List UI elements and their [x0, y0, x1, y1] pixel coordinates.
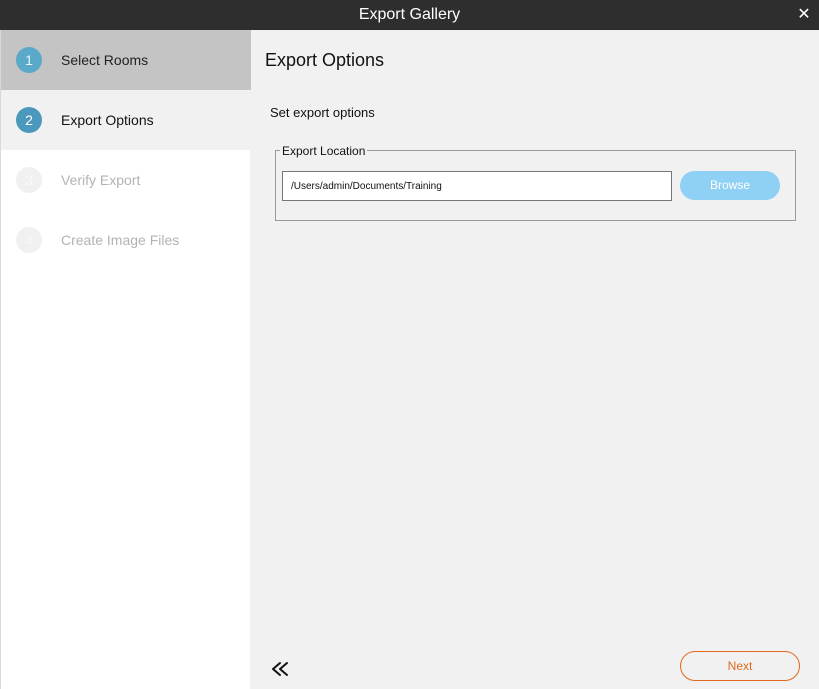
export-location-legend: Export Location	[280, 144, 368, 158]
step-label: Export Options	[61, 112, 154, 128]
page-subtitle: Set export options	[270, 105, 375, 120]
step-number-badge: 4	[16, 227, 42, 253]
window-title: Export Gallery	[358, 6, 461, 23]
step-select-rooms[interactable]: 1 Select Rooms	[1, 30, 251, 90]
export-gallery-window: Export Gallery ✕ 1 Select Rooms 2 Export…	[0, 0, 819, 689]
step-create-image-files: 4 Create Image Files	[1, 210, 251, 270]
page-title: Export Options	[265, 50, 385, 70]
step-number-badge: 1	[16, 47, 42, 73]
step-number-badge: 3	[16, 167, 42, 193]
export-path-input[interactable]	[282, 171, 672, 201]
title-bar: Export Gallery ✕	[0, 0, 819, 30]
next-button[interactable]: Next	[680, 651, 800, 681]
step-label: Verify Export	[61, 172, 141, 188]
browse-button[interactable]: Browse	[680, 171, 780, 200]
step-export-options[interactable]: 2 Export Options	[1, 90, 251, 150]
main-panel: Export Options Set export options Export…	[250, 30, 819, 689]
step-verify-export: 3 Verify Export	[1, 150, 251, 210]
export-location-group: Export Location Browse	[275, 144, 796, 221]
double-chevron-left-icon[interactable]	[268, 657, 292, 681]
step-number-badge: 2	[16, 107, 42, 133]
wizard-steps-sidebar: 1 Select Rooms 2 Export Options 3 Verify…	[0, 30, 251, 689]
step-label: Select Rooms	[61, 52, 149, 68]
step-label: Create Image Files	[61, 232, 180, 248]
close-icon[interactable]: ✕	[797, 6, 811, 24]
